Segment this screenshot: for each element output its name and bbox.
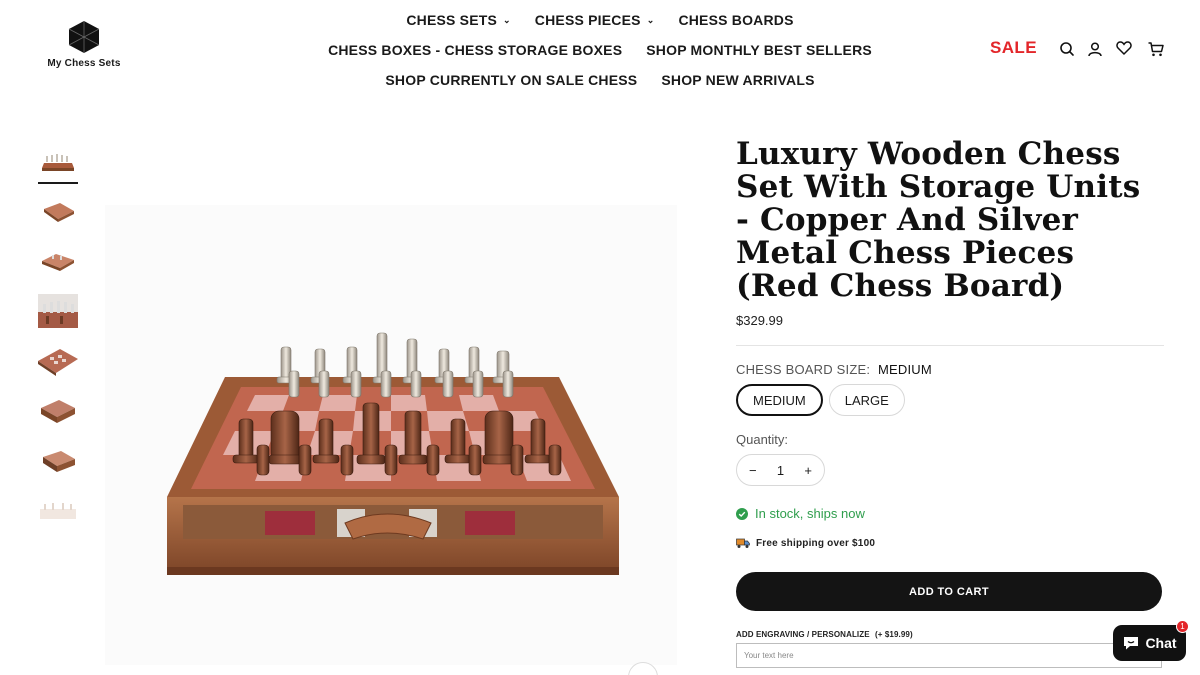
chess-set-thumbnail-image — [42, 154, 74, 171]
quantity-decrease-button[interactable]: − — [749, 463, 757, 478]
size-option-medium[interactable]: MEDIUM — [736, 384, 823, 416]
thumbnail-6[interactable] — [38, 392, 78, 430]
chevron-down-icon: ⌄ — [646, 14, 655, 25]
chat-notification-badge: 1 — [1176, 620, 1189, 633]
nav-chess-pieces[interactable]: CHESS PIECES ⌄ — [535, 12, 655, 28]
product-title: Luxury Wooden Chess Set With Storage Uni… — [736, 136, 1141, 304]
option-selected-value: MEDIUM — [877, 362, 932, 377]
product-price: $329.99 — [736, 313, 783, 328]
nav-new-arrivals[interactable]: SHOP NEW ARRIVALS — [661, 72, 814, 88]
quantity-increase-button[interactable]: + — [804, 463, 812, 478]
nav-label: CHESS BOARDS — [678, 12, 794, 28]
check-circle-icon — [736, 507, 748, 520]
store-logo[interactable]: My Chess Sets — [44, 20, 124, 69]
nav-on-sale[interactable]: SHOP CURRENTLY ON SALE CHESS — [385, 72, 637, 88]
sale-link[interactable]: SALE — [990, 38, 1037, 58]
thumbnail-4[interactable] — [38, 292, 78, 330]
chess-set-thumbnail-image — [44, 203, 74, 222]
stock-status: In stock, ships now — [736, 506, 865, 521]
option-name: CHESS BOARD SIZE: — [736, 362, 871, 377]
size-selector: MEDIUM LARGE — [736, 384, 905, 416]
quantity-stepper: − 1 + — [736, 454, 825, 486]
thumbnail-gallery — [38, 142, 78, 542]
thumbnail-7[interactable] — [38, 442, 78, 480]
shipping-info: Free shipping over $100 — [736, 537, 875, 549]
thumbnail-3[interactable] — [38, 242, 78, 280]
nav-chess-boards[interactable]: CHESS BOARDS — [678, 12, 793, 28]
store-name: My Chess Sets — [47, 58, 121, 69]
stock-text: In stock, ships now — [755, 506, 865, 521]
nav-chess-boxes[interactable]: CHESS BOXES - CHESS STORAGE BOXES — [328, 42, 622, 58]
chat-label: Chat — [1145, 635, 1177, 651]
engraving-title: ADD ENGRAVING / PERSONALIZE — [736, 630, 870, 639]
chess-set-thumbnail-image — [40, 503, 76, 519]
nav-row: CHESS SETS ⌄ CHESS PIECES ⌄ CHESS BOARDS — [300, 5, 900, 35]
thumbnail-5[interactable] — [38, 342, 78, 380]
thumbnail-8[interactable] — [38, 492, 78, 530]
nav-label: CHESS SETS — [406, 12, 498, 28]
chess-set-thumbnail-image — [38, 294, 78, 328]
wishlist-heart-icon[interactable] — [1115, 39, 1133, 57]
chevron-down-icon: ⌄ — [503, 14, 511, 25]
add-to-cart-button[interactable]: ADD TO CART — [736, 572, 1162, 611]
chess-set-thumbnail-image — [38, 349, 78, 376]
chess-set-thumbnail-image — [42, 254, 74, 271]
cart-icon[interactable] — [1147, 40, 1165, 58]
engraving-fee: (+ $19.99) — [875, 630, 913, 639]
delivery-truck-icon — [736, 538, 750, 548]
product-main-image[interactable] — [105, 205, 677, 665]
chat-bubble-icon — [1124, 637, 1139, 650]
nav-best-sellers[interactable]: SHOP MONTHLY BEST SELLERS — [646, 42, 872, 58]
size-option-large[interactable]: LARGE — [828, 384, 905, 416]
main-navigation: CHESS SETS ⌄ CHESS PIECES ⌄ CHESS BOARDS… — [300, 0, 900, 95]
thumbnail-1[interactable] — [38, 142, 78, 184]
chess-set-product-image — [167, 332, 619, 575]
engraving-label: ADD ENGRAVING / PERSONALIZE (+ $19.99) — [736, 630, 913, 639]
chess-set-thumbnail-image — [41, 400, 75, 423]
logo-icon — [68, 21, 100, 53]
nav-row: SHOP CURRENTLY ON SALE CHESS SHOP NEW AR… — [300, 65, 900, 95]
option-label: CHESS BOARD SIZE: MEDIUM — [736, 362, 932, 377]
chat-button[interactable]: Chat — [1113, 625, 1186, 661]
shipping-text: Free shipping over $100 — [756, 537, 876, 549]
divider — [736, 345, 1164, 346]
nav-chess-sets[interactable]: CHESS SETS ⌄ — [406, 12, 510, 28]
chess-set-thumbnail-image — [43, 451, 75, 472]
engraving-text-input[interactable] — [736, 643, 1162, 668]
thumbnail-2[interactable] — [38, 192, 78, 230]
quantity-value[interactable]: 1 — [777, 463, 784, 478]
quantity-label: Quantity: — [736, 432, 789, 447]
account-icon[interactable] — [1086, 40, 1104, 58]
nav-row: CHESS BOXES - CHESS STORAGE BOXES SHOP M… — [300, 35, 900, 65]
nav-label: CHESS PIECES — [534, 12, 641, 28]
search-icon[interactable] — [1058, 40, 1076, 58]
